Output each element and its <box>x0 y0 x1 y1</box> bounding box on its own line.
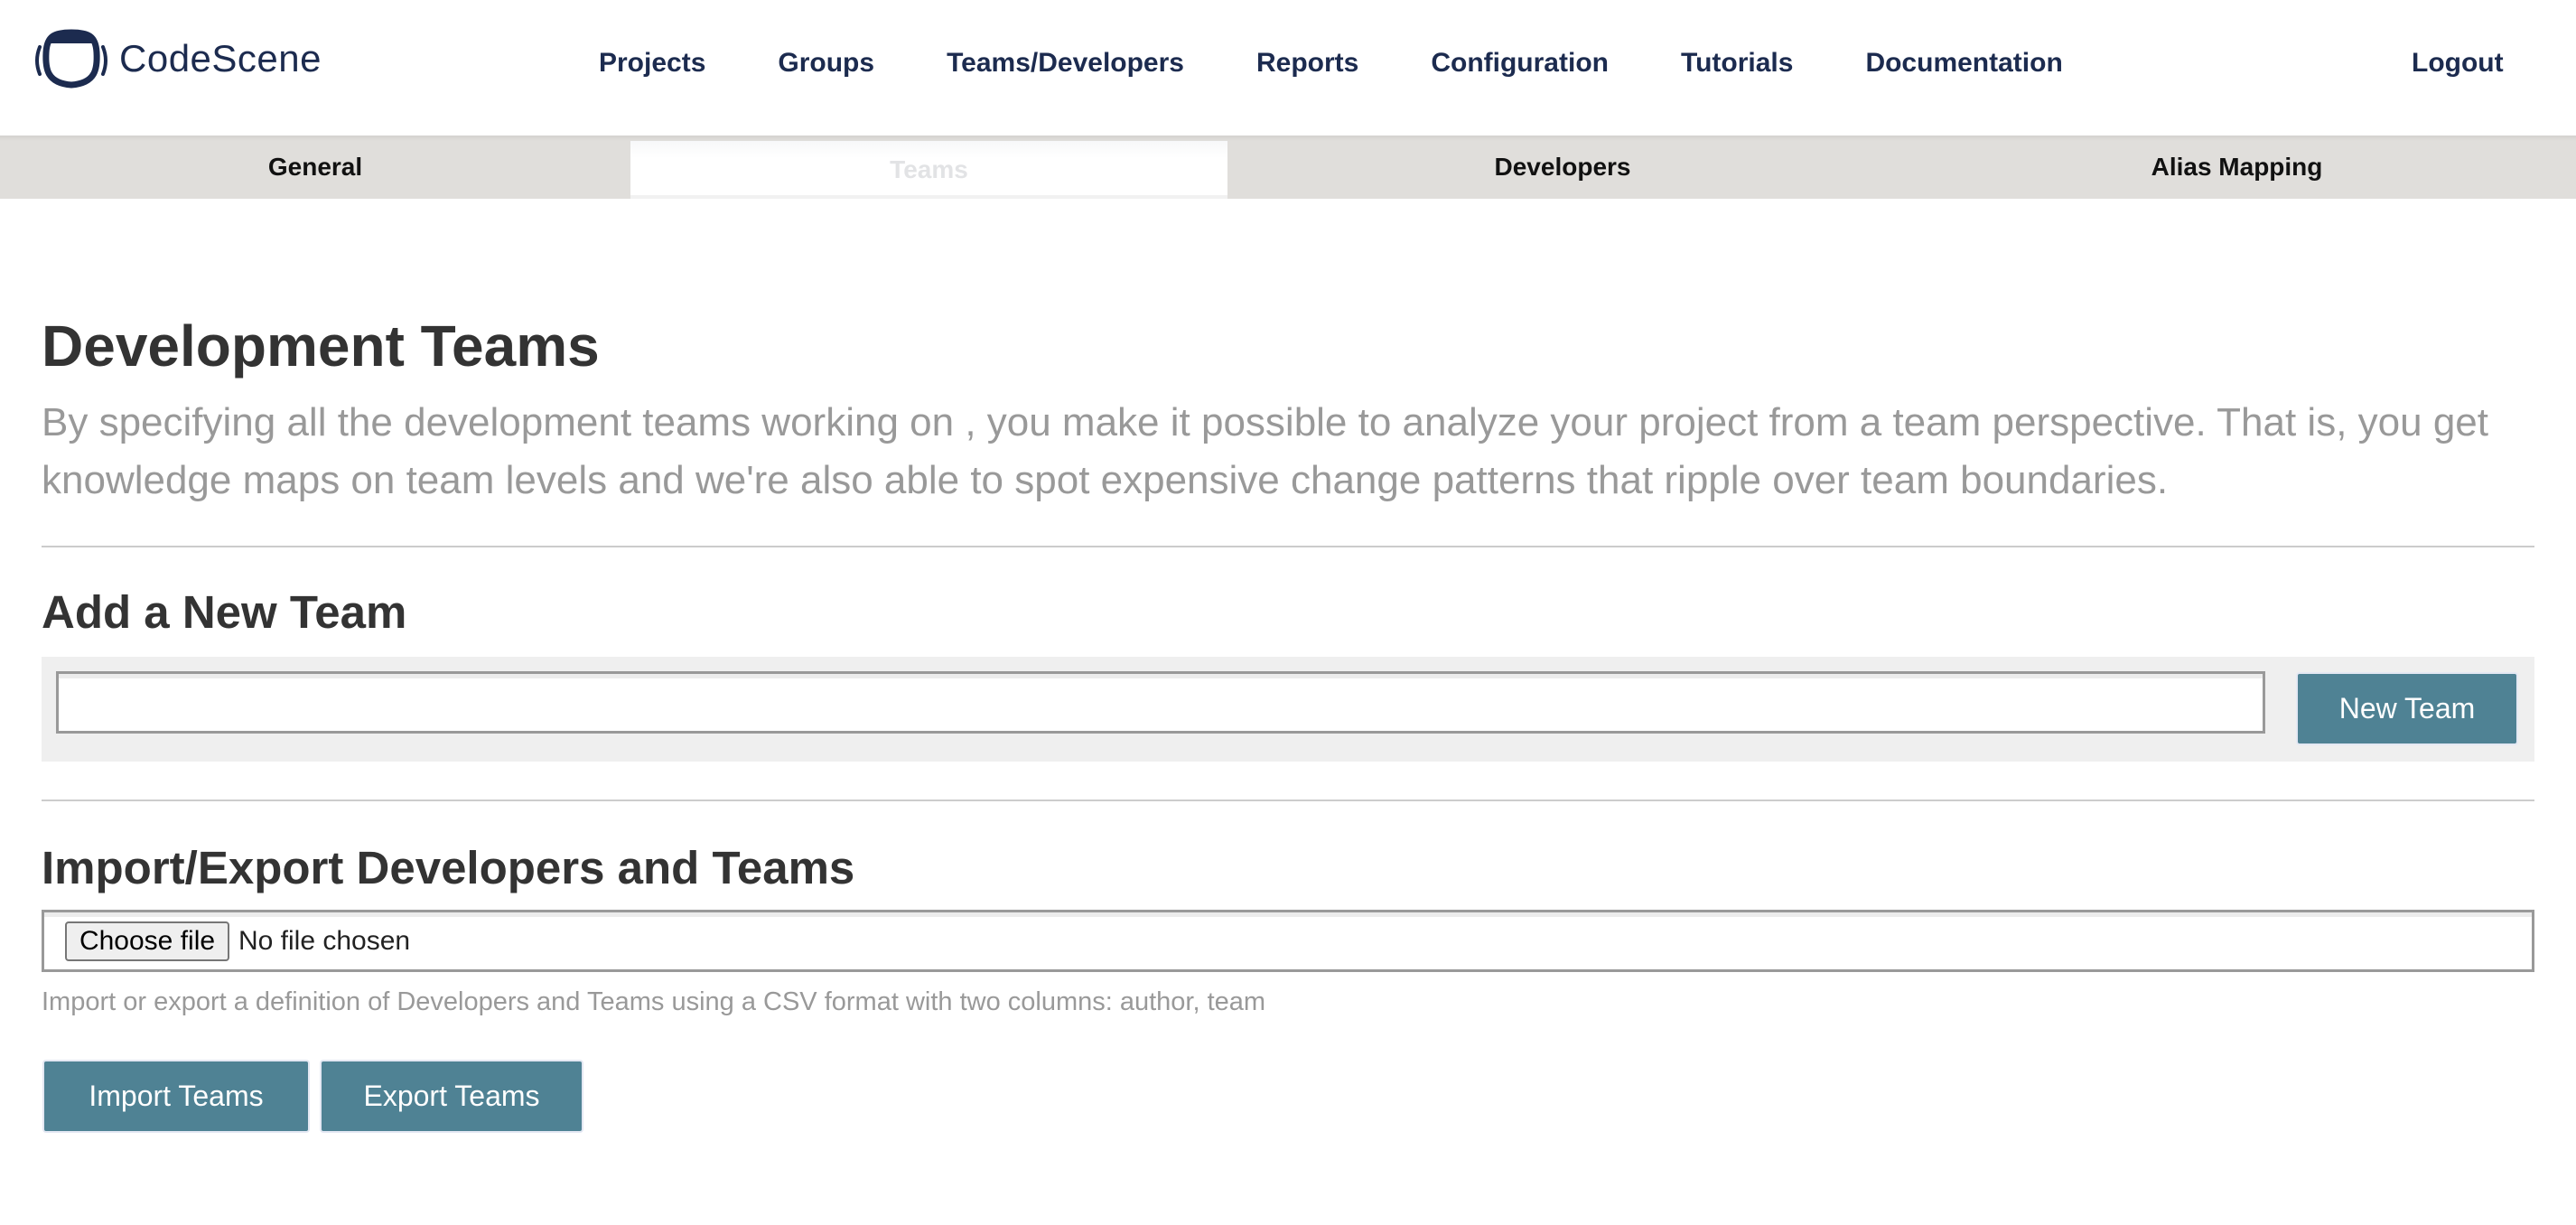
import-export-hint: Import or export a definition of Develop… <box>42 987 1266 1016</box>
tab-teams[interactable]: Teams <box>630 141 1227 199</box>
nav-tutorials[interactable]: Tutorials <box>1681 48 1793 79</box>
brand-name: CodeScene <box>119 37 322 79</box>
codescene-logo-icon <box>35 29 107 89</box>
top-header: CodeScene Projects Groups Teams/Develope… <box>0 0 2576 136</box>
nav-groups[interactable]: Groups <box>778 48 874 79</box>
main-nav: Projects Groups Teams/Developers Reports… <box>599 42 2063 85</box>
tab-alias-mapping[interactable]: Alias Mapping <box>1898 136 2576 199</box>
tab-developers[interactable]: Developers <box>1227 136 1898 199</box>
sub-tabs: General Teams Developers Alias Mapping <box>0 136 2576 199</box>
file-input[interactable]: Choose file No file chosen <box>42 910 2534 972</box>
import-export-heading: Import/Export Developers and Teams <box>42 842 855 893</box>
brand-logo[interactable]: CodeScene <box>34 27 322 90</box>
nav-documentation[interactable]: Documentation <box>1865 48 2062 79</box>
add-team-heading: Add a New Team <box>42 586 407 638</box>
tab-general[interactable]: General <box>0 136 630 199</box>
file-status-text: No file chosen <box>238 925 411 956</box>
section-divider <box>42 800 2534 801</box>
team-name-input[interactable] <box>56 671 2265 734</box>
logout-link[interactable]: Logout <box>2412 42 2504 85</box>
section-divider <box>42 546 2534 547</box>
page-description: By specifying all the development teams … <box>42 400 2488 502</box>
nav-teams-developers[interactable]: Teams/Developers <box>947 48 1184 79</box>
add-team-form: New Team <box>42 657 2534 762</box>
import-teams-button[interactable]: Import Teams <box>42 1060 310 1133</box>
choose-file-button[interactable]: Choose file <box>65 921 229 961</box>
page-title: Development Teams <box>42 313 600 379</box>
nav-reports[interactable]: Reports <box>1256 48 1358 79</box>
new-team-button[interactable]: New Team <box>2296 672 2518 745</box>
export-teams-button[interactable]: Export Teams <box>320 1060 583 1133</box>
nav-projects[interactable]: Projects <box>599 48 705 79</box>
nav-configuration[interactable]: Configuration <box>1431 48 1609 79</box>
